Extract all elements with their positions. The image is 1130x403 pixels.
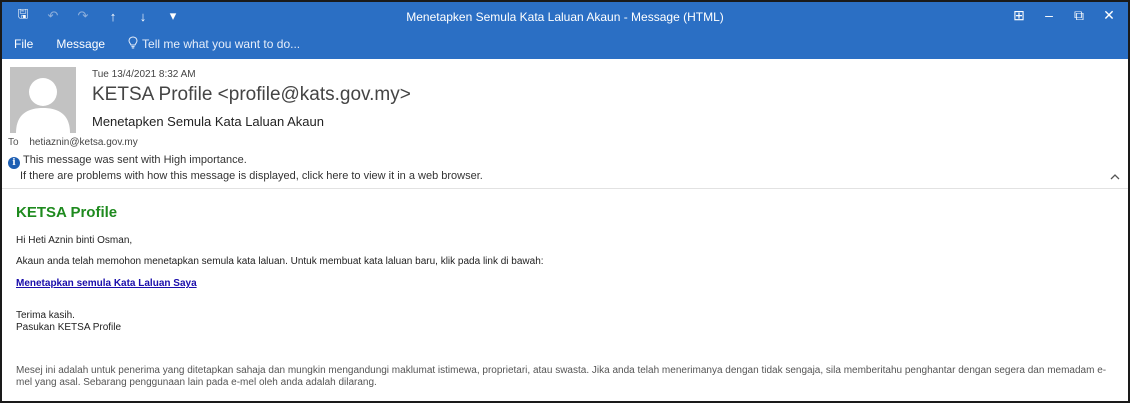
importance-text: This message was sent with High importan… — [23, 154, 247, 166]
message-header: Tue 13/4/2021 8:32 AM KETSA Profile <pro… — [2, 59, 1128, 187]
info-icon: i — [8, 157, 20, 169]
body-paragraph: Akaun anda telah memohon menetapkan semu… — [16, 256, 544, 267]
window-controls: ⊞ – ⧉ ✕ — [1004, 4, 1124, 26]
reset-password-link[interactable]: Menetapkan semula Kata Laluan Saya — [16, 278, 197, 289]
recipient[interactable]: hetiaznin@ketsa.gov.my — [29, 137, 137, 148]
greeting: Hi Heti Aznin binti Osman, — [16, 235, 133, 246]
view-in-browser-notice[interactable]: If there are problems with how this mess… — [8, 169, 483, 183]
window-title: Menetapken Semula Kata Laluan Akaun - Me… — [406, 10, 724, 24]
closing: Terima kasih. Pasukan KETSA Profile — [16, 310, 121, 334]
message-subject: Menetapken Semula Kata Laluan Akaun — [92, 114, 325, 129]
title-bar: 🖫 ↶ ↷ ↑ ↓ ▾ Menetapken Semula Kata Lalua… — [2, 2, 1128, 59]
header-divider — [2, 188, 1128, 189]
to-label: To — [8, 137, 19, 148]
ribbon-tabs: File Message Tell me what you want to do… — [14, 36, 300, 52]
tell-me-box[interactable]: Tell me what you want to do... — [128, 36, 300, 52]
disclaimer: Mesej ini adalah untuk penerima yang dit… — [16, 365, 1107, 388]
importance-notice: i This message was sent with High importa… — [8, 153, 483, 169]
brand-heading: KETSA Profile — [16, 204, 118, 221]
ribbon-display-options-icon[interactable]: ⊞ — [1004, 4, 1034, 26]
restore-icon[interactable]: ⧉ — [1064, 4, 1094, 26]
tab-message[interactable]: Message — [56, 37, 105, 51]
thanks-text: Terima kasih. — [16, 310, 75, 321]
info-bar: i This message was sent with High importa… — [8, 153, 483, 183]
tell-me-text: Tell me what you want to do... — [142, 37, 301, 51]
sender-avatar-icon — [10, 67, 76, 133]
collapse-header-icon[interactable] — [1110, 169, 1120, 183]
message-date: Tue 13/4/2021 8:32 AM — [92, 69, 196, 80]
signature: Pasukan KETSA Profile — [16, 322, 122, 333]
minimize-icon[interactable]: – — [1034, 4, 1064, 26]
recipient-row: To hetiaznin@ketsa.gov.my — [8, 137, 138, 148]
sender[interactable]: KETSA Profile <profile@kats.gov.my> — [92, 84, 411, 106]
lightbulb-icon — [128, 36, 138, 52]
outlook-message-window: 🖫 ↶ ↷ ↑ ↓ ▾ Menetapken Semula Kata Lalua… — [0, 0, 1130, 403]
tab-file[interactable]: File — [14, 37, 33, 51]
close-icon[interactable]: ✕ — [1094, 4, 1124, 26]
